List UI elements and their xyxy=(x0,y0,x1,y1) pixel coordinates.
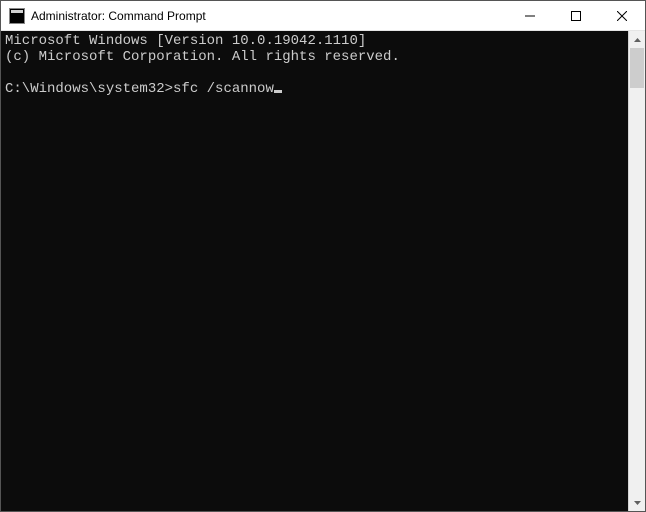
scrollbar-thumb[interactable] xyxy=(630,48,644,88)
close-button[interactable] xyxy=(599,1,645,30)
window-titlebar[interactable]: Administrator: Command Prompt xyxy=(1,1,645,31)
console-prompt: C:\Windows\system32> xyxy=(5,81,173,97)
console-output[interactable]: Microsoft Windows [Version 10.0.19042.11… xyxy=(1,31,628,511)
chevron-down-icon xyxy=(634,501,641,505)
text-cursor xyxy=(274,90,282,93)
minimize-icon xyxy=(525,11,535,21)
console-line: (c) Microsoft Corporation. All rights re… xyxy=(5,49,400,65)
cmd-prompt-icon xyxy=(9,8,25,24)
maximize-button[interactable] xyxy=(553,1,599,30)
close-icon xyxy=(617,11,627,21)
vertical-scrollbar[interactable] xyxy=(628,31,645,511)
chevron-up-icon xyxy=(634,38,641,42)
client-area: Microsoft Windows [Version 10.0.19042.11… xyxy=(1,31,645,511)
scroll-up-button[interactable] xyxy=(629,31,645,48)
window-controls xyxy=(507,1,645,30)
maximize-icon xyxy=(571,11,581,21)
minimize-button[interactable] xyxy=(507,1,553,30)
console-line: Microsoft Windows [Version 10.0.19042.11… xyxy=(5,33,366,49)
scroll-down-button[interactable] xyxy=(629,494,645,511)
window-title: Administrator: Command Prompt xyxy=(31,9,507,23)
console-command: sfc /scannow xyxy=(173,81,274,97)
